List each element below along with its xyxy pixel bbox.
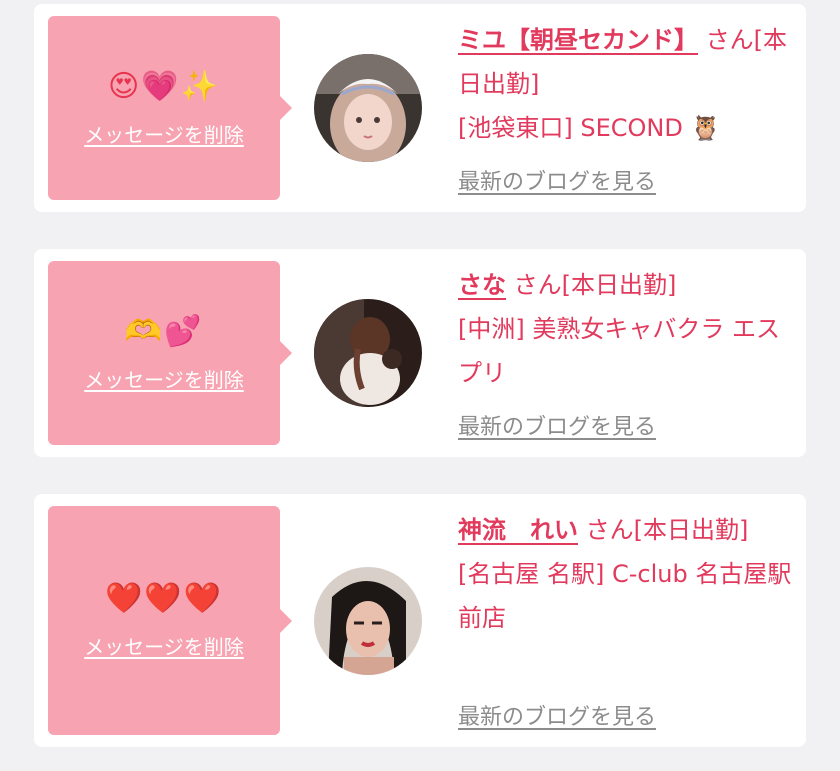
message-emoji: 😍💗✨ <box>108 68 220 104</box>
cast-name-link[interactable]: 神流 れい <box>458 516 578 544</box>
message-card: 😍💗✨ メッセージを削除 ミユ【朝昼セカンド】 さん[本日出勤] [池袋東口] … <box>34 4 806 212</box>
cast-info: 神流 れい さん[本日出勤] [名古屋 名駅] C-club 名古屋駅前店 <box>458 508 794 640</box>
latest-blog-link[interactable]: 最新のブログを見る <box>458 699 656 731</box>
cast-status: さん[本日出勤] <box>578 516 749 544</box>
cast-shop: [名古屋 名駅] C-club 名古屋駅前店 <box>458 560 792 632</box>
message-emoji: 🫶💕 <box>124 313 204 349</box>
message-bubble: 🫶💕 メッセージを削除 <box>48 261 292 445</box>
latest-blog-link[interactable]: 最新のブログを見る <box>458 164 656 196</box>
cast-shop: [池袋東口] SECOND 🦉 <box>458 114 721 142</box>
message-list: 😍💗✨ メッセージを削除 ミユ【朝昼セカンド】 さん[本日出勤] [池袋東口] … <box>0 0 840 771</box>
message-bubble: 😍💗✨ メッセージを削除 <box>48 16 292 200</box>
cast-name-link[interactable]: さな <box>458 271 506 299</box>
message-emoji: ❤️❤️❤️ <box>104 581 224 616</box>
latest-blog-link[interactable]: 最新のブログを見る <box>458 409 656 441</box>
cast-shop: [中洲] 美熟女キャバクラ エスプリ <box>458 315 780 387</box>
cast-info: さな さん[本日出勤] [中洲] 美熟女キャバクラ エスプリ <box>458 263 794 395</box>
cast-name-link[interactable]: ミユ【朝昼セカンド】 <box>458 26 698 54</box>
message-card: 🫶💕 メッセージを削除 さな さん[本日出勤] [中洲] 美熟女キャバクラ エス… <box>34 249 806 457</box>
avatar[interactable] <box>314 567 422 675</box>
avatar[interactable] <box>314 54 422 162</box>
cast-info: ミユ【朝昼セカンド】 さん[本日出勤] [池袋東口] SECOND 🦉 <box>458 18 794 150</box>
delete-message-link[interactable]: メッセージを削除 <box>84 364 244 393</box>
avatar[interactable] <box>314 299 422 407</box>
message-card: ❤️❤️❤️ メッセージを削除 神流 れい さん[本日出勤] [名古屋 名駅] … <box>34 494 806 747</box>
cast-status: さん[本日出勤] <box>506 271 677 299</box>
delete-message-link[interactable]: メッセージを削除 <box>84 119 244 148</box>
delete-message-link[interactable]: メッセージを削除 <box>84 631 244 660</box>
message-bubble: ❤️❤️❤️ メッセージを削除 <box>48 506 292 735</box>
